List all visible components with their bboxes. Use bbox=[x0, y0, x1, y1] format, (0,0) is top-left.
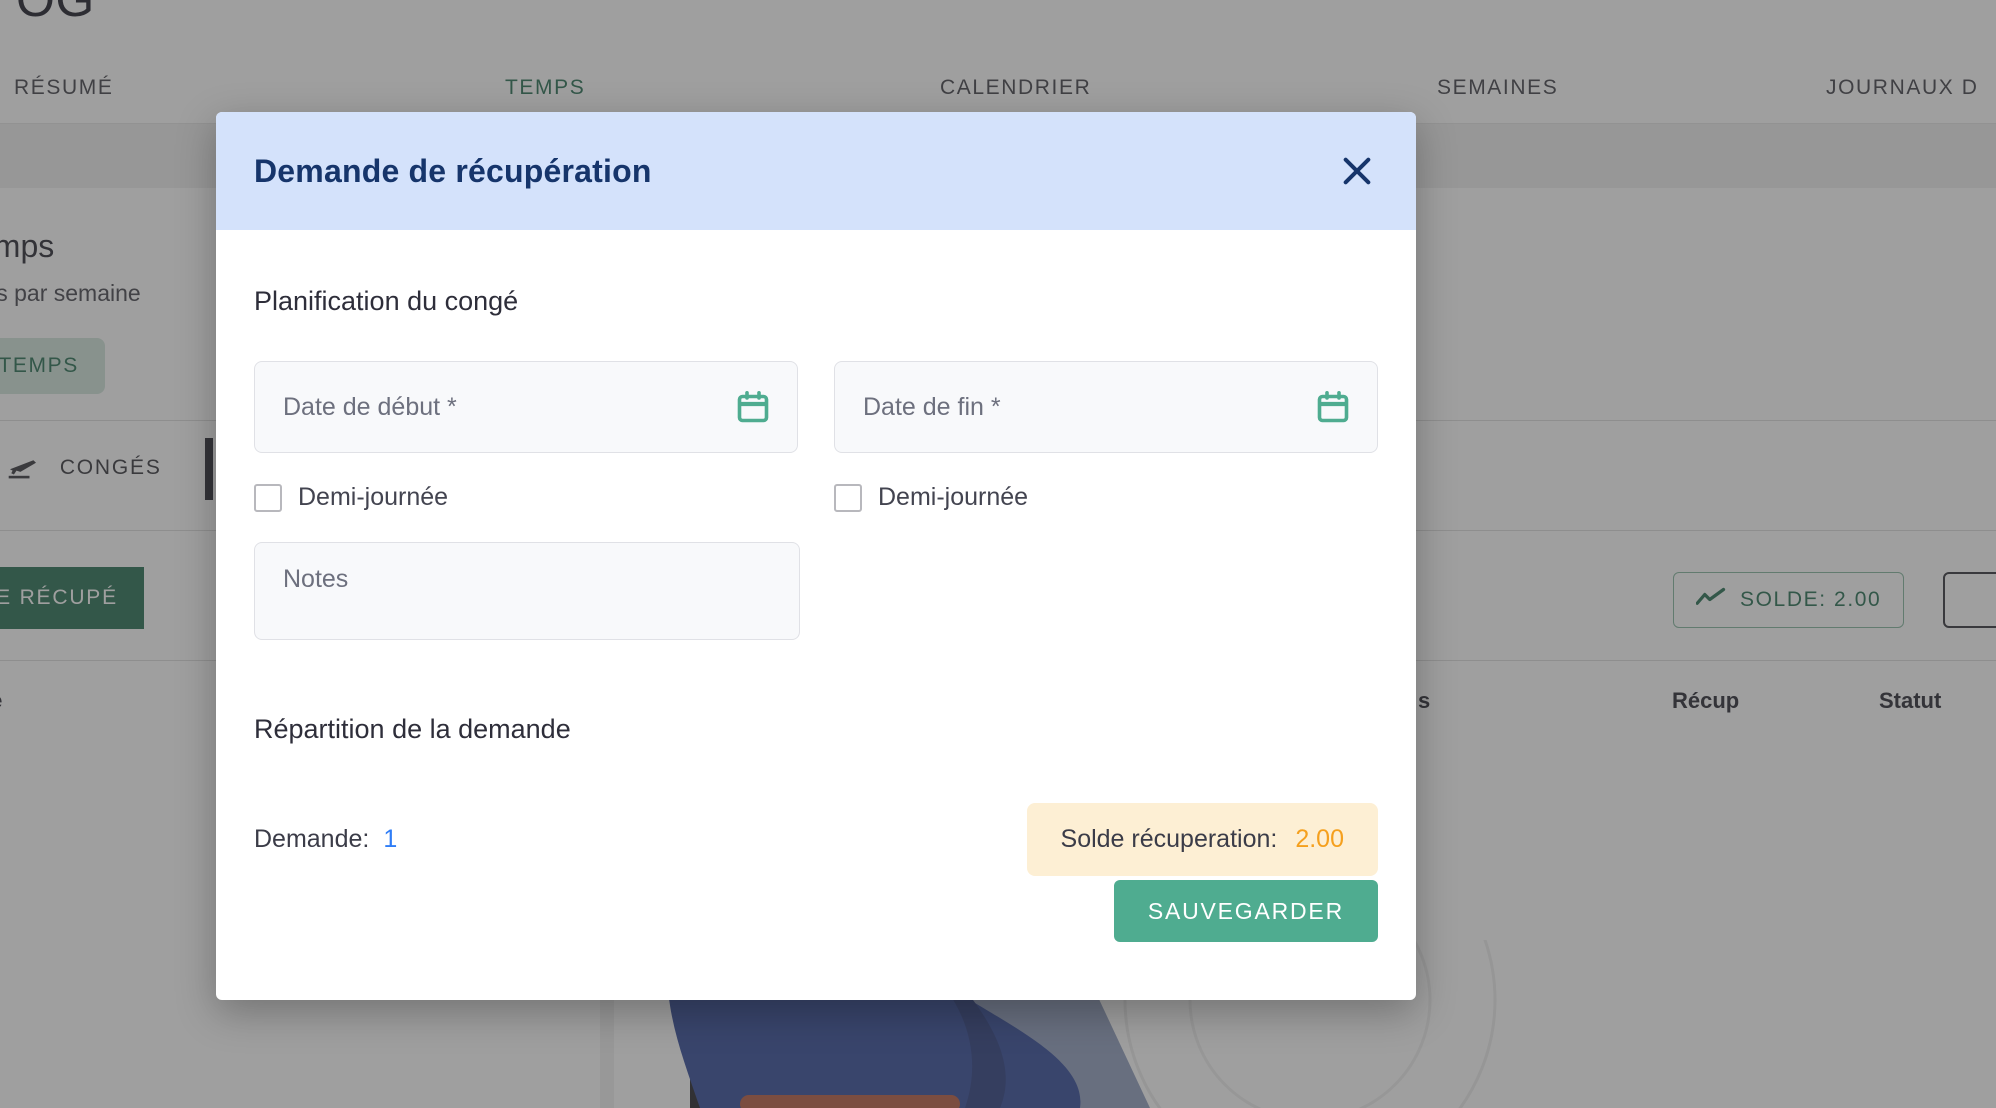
planning-section-title: Planification du congé bbox=[254, 286, 519, 316]
demande-count: Demande: 1 bbox=[254, 825, 397, 854]
notes-input[interactable]: Notes bbox=[254, 542, 800, 640]
dialog-footer: SAUVEGARDER bbox=[1113, 880, 1378, 942]
repartition-section-title: Répartition de la demande bbox=[254, 714, 571, 744]
solde-recuperation-label: Solde récuperation: bbox=[1060, 825, 1278, 853]
halfday-end-label: Demi-journée bbox=[878, 483, 1029, 511]
demande-recuperation-dialog: Demande de récupération Planification du… bbox=[216, 112, 1416, 1000]
close-icon[interactable] bbox=[1334, 148, 1380, 194]
end-date-placeholder: Date de fin * bbox=[863, 392, 1001, 421]
summary-row: Demande: 1 Solde récuperation: 2.00 bbox=[254, 803, 1378, 876]
halfday-checkbox-row: Demi-journée Demi-journée bbox=[254, 483, 1378, 512]
halfday-end-checkbox[interactable]: Demi-journée bbox=[834, 483, 1378, 512]
date-fields-row: Date de début * Date de fin * bbox=[254, 361, 1378, 453]
halfday-start-label: Demi-journée bbox=[298, 483, 449, 511]
checkbox-box[interactable] bbox=[834, 483, 862, 512]
notes-placeholder: Notes bbox=[283, 565, 349, 593]
halfday-start-checkbox[interactable]: Demi-journée bbox=[254, 483, 798, 512]
demande-value: 1 bbox=[383, 825, 398, 853]
solde-recuperation-value: 2.00 bbox=[1295, 825, 1344, 853]
checkbox-box[interactable] bbox=[254, 483, 282, 512]
solde-recuperation-badge: Solde récuperation: 2.00 bbox=[1026, 803, 1378, 876]
dialog-title: Demande de récupération bbox=[254, 152, 652, 189]
dialog-body: Planification du congé Date de début * D… bbox=[216, 230, 1416, 1000]
calendar-icon[interactable] bbox=[735, 389, 771, 425]
calendar-icon[interactable] bbox=[1315, 389, 1351, 425]
start-date-input[interactable]: Date de début * bbox=[254, 361, 798, 453]
save-button[interactable]: SAUVEGARDER bbox=[1113, 880, 1378, 942]
dialog-header: Demande de récupération bbox=[216, 112, 1416, 230]
demande-label: Demande: bbox=[254, 825, 370, 853]
start-date-placeholder: Date de début * bbox=[283, 392, 457, 421]
end-date-input[interactable]: Date de fin * bbox=[834, 361, 1378, 453]
